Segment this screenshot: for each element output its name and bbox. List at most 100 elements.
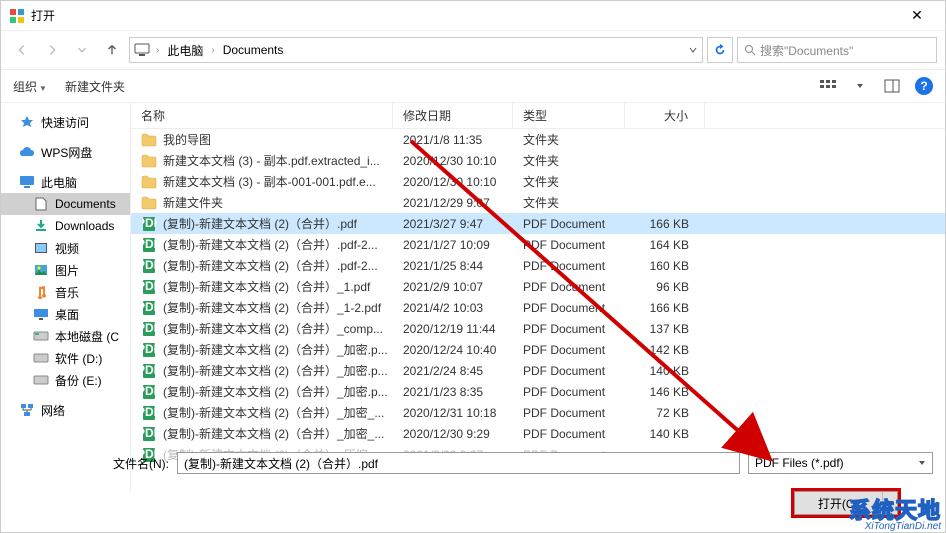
- file-type: PDF Document: [513, 238, 625, 252]
- sidebar-quick-access[interactable]: 快速访问: [1, 111, 130, 133]
- file-type: PDF Document: [513, 301, 625, 315]
- file-type: PDF Document: [513, 217, 625, 231]
- folder-icon: [141, 132, 157, 148]
- help-button[interactable]: ?: [915, 77, 933, 95]
- star-icon: [19, 115, 35, 129]
- pdf-icon: PDF: [141, 405, 157, 421]
- file-name: (复制)-新建文本文档 (2)（合并）.pdf-2...: [163, 238, 378, 252]
- file-type: PDF Document: [513, 427, 625, 441]
- file-name: (复制)-新建文本文档 (2)（合并）_1.pdf: [163, 280, 370, 294]
- file-row[interactable]: PDF(复制)-新建文本文档 (2)（合并）.pdf-2...2021/1/27…: [131, 234, 945, 255]
- svg-text:PDF: PDF: [142, 384, 156, 398]
- sidebar-wps[interactable]: WPS网盘: [1, 141, 130, 163]
- svg-text:PDF: PDF: [142, 426, 156, 440]
- file-date: 2021/12/29 9:07: [393, 196, 513, 210]
- file-row[interactable]: PDF(复制)-新建文本文档 (2)（合并）_1-2.pdf2021/4/2 1…: [131, 297, 945, 318]
- pdf-icon: PDF: [141, 342, 157, 358]
- file-list: 名称 修改日期 类型 大小 我的导图2021/1/8 11:35文件夹新建文本文…: [131, 103, 945, 491]
- file-size: 166 KB: [625, 301, 705, 315]
- sidebar: 快速访问 WPS网盘 此电脑 Documents Downloads 视频 图片…: [1, 103, 131, 491]
- search-input[interactable]: 搜索"Documents": [737, 37, 937, 63]
- file-row[interactable]: PDF(复制)-新建文本文档 (2)（合并）.pdf2021/3/27 9:47…: [131, 213, 945, 234]
- sidebar-pictures[interactable]: 图片: [1, 259, 130, 281]
- main-area: 快速访问 WPS网盘 此电脑 Documents Downloads 视频 图片…: [1, 103, 945, 491]
- filename-input[interactable]: [177, 452, 740, 474]
- sidebar-network[interactable]: 网络: [1, 399, 130, 421]
- refresh-button[interactable]: [707, 37, 733, 63]
- open-button[interactable]: 打开(O): [794, 491, 882, 515]
- file-row[interactable]: 新建文本文档 (3) - 副本.pdf.extracted_i...2020/1…: [131, 150, 945, 171]
- sidebar-videos[interactable]: 视频: [1, 237, 130, 259]
- sidebar-music[interactable]: 音乐: [1, 281, 130, 303]
- document-icon: [33, 197, 49, 211]
- file-name: 新建文件夹: [163, 196, 223, 210]
- file-date: 2021/1/27 10:09: [393, 238, 513, 252]
- sidebar-local-disk-c[interactable]: 本地磁盘 (C: [1, 325, 130, 347]
- video-icon: [33, 241, 49, 255]
- column-date[interactable]: 修改日期: [393, 103, 513, 128]
- column-size[interactable]: 大小: [625, 103, 705, 128]
- forward-button[interactable]: [39, 37, 65, 63]
- sidebar-this-pc[interactable]: 此电脑: [1, 171, 130, 193]
- open-dropdown[interactable]: [882, 491, 898, 515]
- bottom-panel: 文件名(N): PDF Files (*.pdf) 打开(O): [1, 444, 945, 532]
- chevron-right-icon: ›: [207, 45, 218, 56]
- file-date: 2020/12/30 10:10: [393, 154, 513, 168]
- breadcrumb-pc[interactable]: 此电脑: [165, 42, 205, 59]
- file-row[interactable]: PDF(复制)-新建文本文档 (2)（合并）_1.pdf2021/2/9 10:…: [131, 276, 945, 297]
- file-list-body[interactable]: 我的导图2021/1/8 11:35文件夹新建文本文档 (3) - 副本.pdf…: [131, 129, 945, 491]
- file-row[interactable]: 新建文本文档 (3) - 副本-001-001.pdf.e...2020/12/…: [131, 171, 945, 192]
- new-folder-button[interactable]: 新建文件夹: [65, 78, 125, 95]
- file-row[interactable]: PDF(复制)-新建文本文档 (2)（合并）_加密.p...2020/12/24…: [131, 339, 945, 360]
- breadcrumb[interactable]: › 此电脑 › Documents: [129, 37, 703, 63]
- column-headers: 名称 修改日期 类型 大小: [131, 103, 945, 129]
- recent-dropdown[interactable]: [69, 37, 95, 63]
- pdf-icon: PDF: [141, 426, 157, 442]
- sidebar-disk-e[interactable]: 备份 (E:): [1, 369, 130, 391]
- file-name: (复制)-新建文本文档 (2)（合并）_加密.p...: [163, 385, 388, 399]
- svg-text:PDF: PDF: [142, 321, 156, 335]
- file-row[interactable]: PDF(复制)-新建文本文档 (2)（合并）_加密.p...2021/2/24 …: [131, 360, 945, 381]
- column-type[interactable]: 类型: [513, 103, 625, 128]
- breadcrumb-dropdown[interactable]: [688, 45, 698, 55]
- filetype-select[interactable]: PDF Files (*.pdf): [748, 452, 933, 474]
- svg-text:PDF: PDF: [142, 405, 156, 419]
- svg-text:PDF: PDF: [142, 342, 156, 356]
- pdf-icon: PDF: [141, 300, 157, 316]
- preview-pane-button[interactable]: [883, 77, 901, 95]
- file-row[interactable]: PDF(复制)-新建文本文档 (2)（合并）_comp...2020/12/19…: [131, 318, 945, 339]
- pdf-icon: PDF: [141, 384, 157, 400]
- file-size: 140 KB: [625, 427, 705, 441]
- view-dropdown[interactable]: [851, 77, 869, 95]
- column-name[interactable]: 名称: [131, 103, 393, 128]
- file-row[interactable]: 新建文件夹2021/12/29 9:07文件夹: [131, 192, 945, 213]
- sidebar-documents[interactable]: Documents: [1, 193, 130, 215]
- pdf-icon: PDF: [141, 279, 157, 295]
- file-type: PDF Document: [513, 343, 625, 357]
- sidebar-disk-d[interactable]: 软件 (D:): [1, 347, 130, 369]
- file-row[interactable]: PDF(复制)-新建文本文档 (2)（合并）_加密_...2020/12/30 …: [131, 423, 945, 444]
- file-row[interactable]: PDF(复制)-新建文本文档 (2)（合并）_加密.p...2021/1/23 …: [131, 381, 945, 402]
- file-date: 2020/12/19 11:44: [393, 322, 513, 336]
- file-size: 72 KB: [625, 406, 705, 420]
- sidebar-desktop[interactable]: 桌面: [1, 303, 130, 325]
- file-size: 96 KB: [625, 280, 705, 294]
- file-name: 新建文本文档 (3) - 副本-001-001.pdf.e...: [163, 175, 376, 189]
- file-row[interactable]: PDF(复制)-新建文本文档 (2)（合并）_加密_...2020/12/31 …: [131, 402, 945, 423]
- file-name: (复制)-新建文本文档 (2)（合并）_加密_...: [163, 406, 384, 420]
- back-button[interactable]: [9, 37, 35, 63]
- file-name: (复制)-新建文本文档 (2)（合并）.pdf: [163, 217, 357, 231]
- file-row[interactable]: PDF(复制)-新建文本文档 (2)（合并）.pdf-2...2021/1/25…: [131, 255, 945, 276]
- breadcrumb-documents[interactable]: Documents: [221, 43, 286, 57]
- close-button[interactable]: ✕: [897, 7, 937, 24]
- view-icons-button[interactable]: [819, 77, 837, 95]
- file-row[interactable]: 我的导图2021/1/8 11:35文件夹: [131, 129, 945, 150]
- svg-text:PDF: PDF: [142, 363, 156, 377]
- cloud-icon: [19, 145, 35, 159]
- file-size: 164 KB: [625, 238, 705, 252]
- pdf-icon: PDF: [141, 216, 157, 232]
- up-button[interactable]: [99, 37, 125, 63]
- titlebar: 打开 ✕: [1, 1, 945, 31]
- sidebar-downloads[interactable]: Downloads: [1, 215, 130, 237]
- organize-menu[interactable]: 组织▼: [13, 78, 47, 95]
